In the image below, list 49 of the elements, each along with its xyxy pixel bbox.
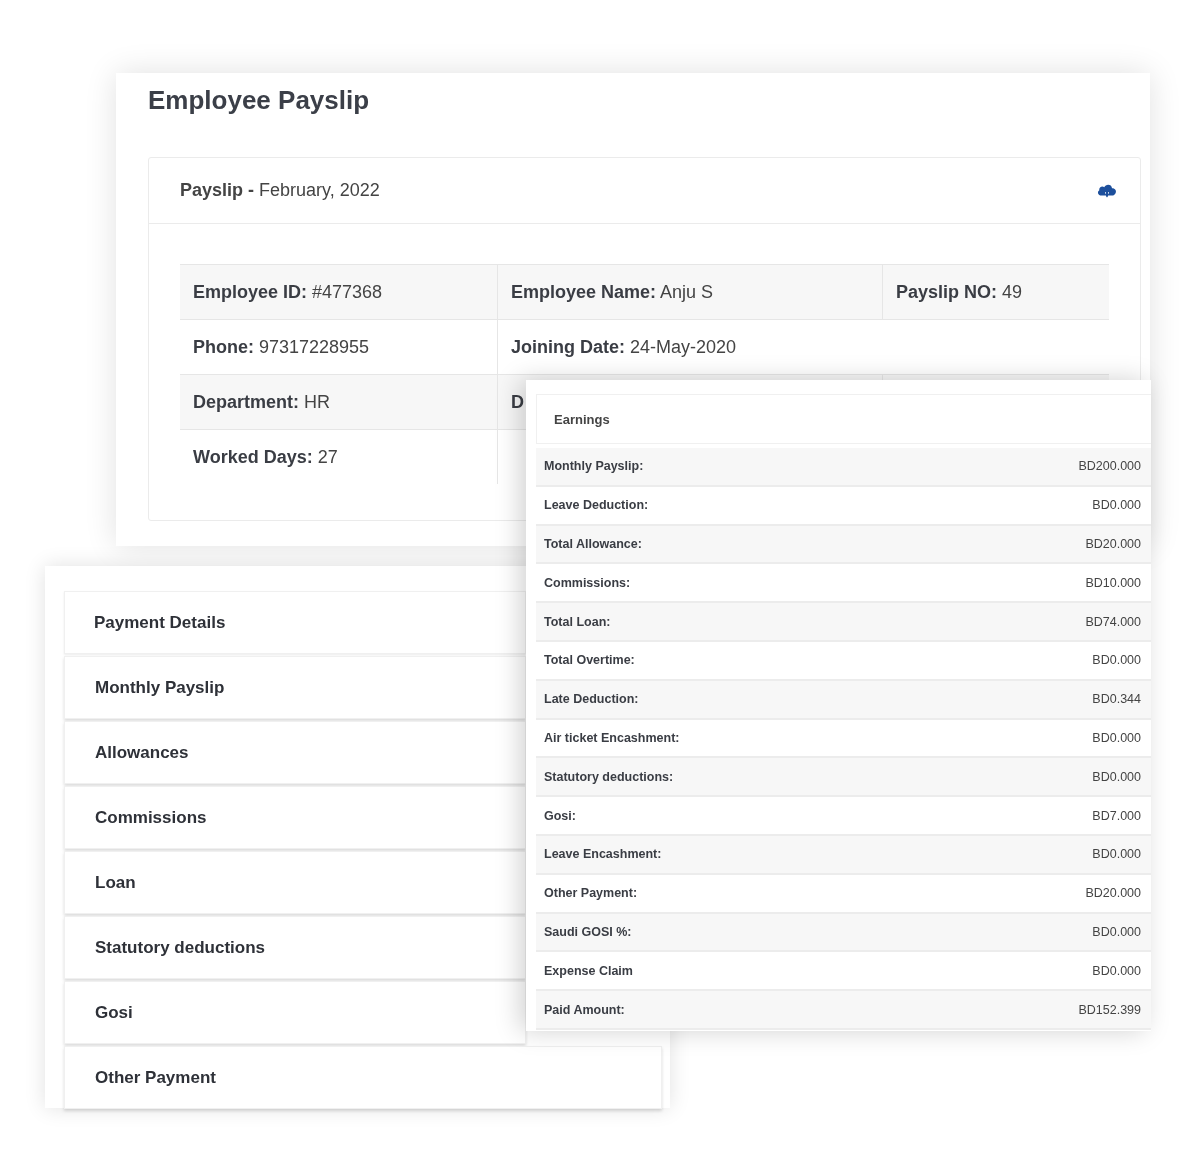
- earning-amount: BD0.000: [1092, 730, 1141, 745]
- earning-label: Air ticket Encashment:: [544, 730, 680, 745]
- earning-label: Total Loan:: [544, 614, 611, 629]
- payment-menu-item[interactable]: Statutory deductions: [64, 916, 526, 979]
- payment-details-header: Payment Details: [64, 591, 526, 654]
- earning-label: Other Payment:: [544, 886, 638, 901]
- payslip-heading: Payslip - February, 2022: [180, 180, 380, 201]
- payment-menu-item[interactable]: Monthly Payslip: [64, 656, 526, 719]
- info-field: Employee Name: Anju S: [511, 281, 714, 303]
- earning-amount: BD0.000: [1092, 847, 1141, 862]
- info-field: Payslip NO: 49: [896, 281, 1023, 303]
- earning-amount: BD0.000: [1092, 769, 1141, 784]
- earning-amount: BD7.000: [1092, 808, 1141, 823]
- earning-amount: BD20.000: [1085, 537, 1141, 551]
- earning-label: Saudi GOSI %:: [544, 924, 632, 939]
- earning-label: Expense Claim: [544, 963, 633, 978]
- earning-amount: BD0.000: [1092, 924, 1141, 939]
- payment-menu-item[interactable]: Commissions: [64, 786, 526, 849]
- earning-amount: BD152.399: [1078, 1002, 1141, 1017]
- earning-amount: BD20.000: [1085, 886, 1141, 901]
- info-field: D: [511, 391, 524, 413]
- earning-amount: BD0.000: [1092, 653, 1141, 668]
- earning-amount: BD0.000: [1092, 963, 1141, 978]
- earning-amount: BD0.344: [1092, 692, 1141, 707]
- earning-amount: BD10.000: [1085, 575, 1141, 590]
- payment-menu-item[interactable]: Loan: [64, 851, 526, 914]
- info-field: Worked Days: 27: [193, 446, 338, 468]
- earning-amount: BD200.000: [1078, 459, 1141, 474]
- info-field: Phone: 97317228955: [193, 336, 370, 358]
- info-field: Employee ID: #477368: [193, 281, 383, 303]
- payment-menu-item[interactable]: Other Payment: [64, 1046, 662, 1109]
- earning-amount: BD74.000: [1085, 614, 1141, 629]
- earning-label: Statutory deductions:: [544, 769, 674, 784]
- earning-label: Leave Deduction:: [544, 498, 649, 513]
- earning-label: Late Deduction:: [544, 692, 639, 707]
- earning-label: Paid Amount:: [544, 1002, 625, 1017]
- info-field: Department: HR: [193, 391, 330, 413]
- payment-menu-item[interactable]: Gosi: [64, 981, 526, 1044]
- earning-label: Total Allowance:: [544, 537, 642, 551]
- earning-label: Monthly Payslip:: [544, 459, 644, 474]
- earning-label: Total Overtime:: [544, 653, 635, 668]
- earning-label: Commissions:: [544, 575, 631, 590]
- earning-label: Gosi:: [544, 808, 576, 823]
- earnings-title: Earnings: [554, 411, 610, 427]
- earning-label: Leave Encashment:: [544, 847, 662, 862]
- earning-amount: BD0.000: [1092, 498, 1141, 513]
- page-title: Employee Payslip: [148, 85, 371, 117]
- payment-menu-item[interactable]: Allowances: [64, 721, 526, 784]
- info-field: Joining Date: 24-May-2020: [511, 336, 737, 358]
